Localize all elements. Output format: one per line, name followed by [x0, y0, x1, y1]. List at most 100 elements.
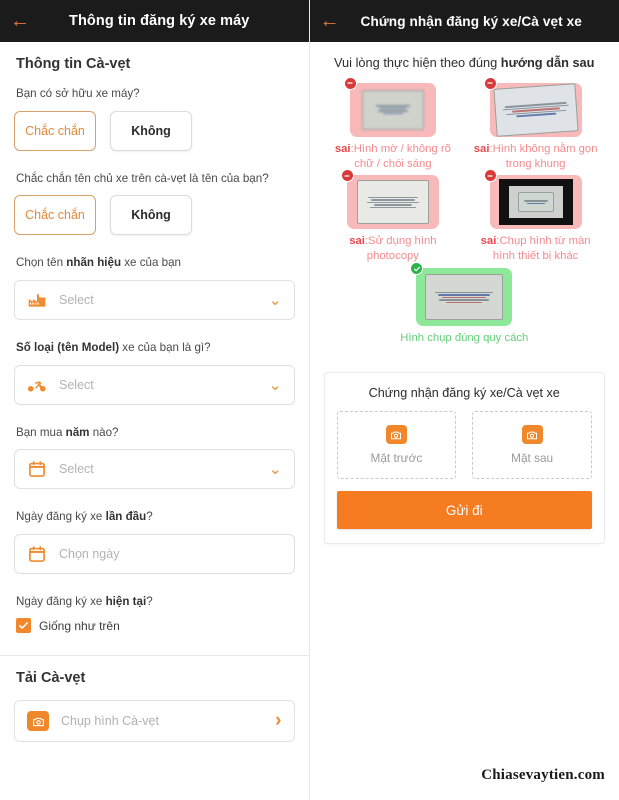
- sample-screen-photo-thumb-wrap: [483, 169, 582, 230]
- option-owner-yes[interactable]: Chắc chắn: [14, 195, 96, 236]
- guide-prefix: Vui lòng thực hiện theo đúng: [334, 55, 501, 70]
- sample-card-image: [517, 192, 554, 213]
- question-owner-name-label: Chắc chắn tên chủ xe trên cà-vẹt là tên …: [16, 171, 269, 185]
- section-title-cavet: Thông tin Cà-vẹt: [16, 56, 131, 72]
- sample-blurry-caption: sai:Hình mờ / không rõ chữ / chói sáng: [327, 142, 459, 172]
- sample-row-1: sai :Hình mờ / không rõ chữ / chói sáng s…: [322, 76, 608, 176]
- dropzone-row: Mặt trước Mặt sau: [336, 411, 592, 480]
- dropzone-front-label: Mặt trước: [370, 451, 423, 466]
- sample-screen-photo: sai:Chụp hình từ màn hình thiết bị khác: [470, 169, 602, 264]
- right-appbar: ← Chứng nhận đăng ký xe/Cà vẹt xe: [309, 0, 619, 42]
- chevron-down-icon[interactable]: ⌄: [269, 376, 282, 394]
- motorcycle-icon: [27, 375, 47, 395]
- watermark: Chiasevaytien.com: [481, 767, 605, 783]
- field-brand-label: Chọn tên nhãn hiệu xe của bạn: [16, 255, 295, 271]
- field-model-value: Select: [59, 377, 94, 392]
- arrow-left-icon[interactable]: ←: [10, 11, 30, 31]
- field-year-label-suffix: nào?: [89, 425, 119, 439]
- field-brand-value: Select: [59, 292, 94, 307]
- check-icon[interactable]: [16, 618, 31, 634]
- current-reg-label-bold: hiện tại: [105, 594, 147, 608]
- upload-card-title: Chứng nhận đăng ký xe/Cà vẹt xe: [368, 386, 560, 401]
- sample-out-of-frame-caption: sai:Hình không nằm gọn trong khung: [470, 142, 602, 172]
- field-year-label: Bạn mua năm nào?: [16, 425, 295, 441]
- field-model-select[interactable]: Select ⌄: [14, 364, 295, 405]
- camera-icon: [385, 425, 407, 445]
- field-brand-select[interactable]: Select ⌄: [14, 279, 295, 320]
- sample-screen-photo-caption: sai:Chụp hình từ màn hình thiết bị khác: [470, 234, 602, 264]
- current-reg-label-suffix: ?: [146, 594, 153, 608]
- calendar-icon: [27, 544, 47, 564]
- dropzone-front[interactable]: Mặt trước: [336, 411, 457, 480]
- sample-card-image: [361, 89, 424, 130]
- dropzone-back[interactable]: Mặt sau: [472, 411, 592, 480]
- sample-gallery: sai :Hình mờ / không rõ chữ / chói sáng s…: [310, 76, 619, 351]
- option-own-no[interactable]: Không: [110, 110, 192, 151]
- option-owner-no[interactable]: Không: [110, 195, 192, 236]
- sample-correct-thumb-wrap: [410, 262, 513, 327]
- sample-blurry-thumb: [349, 82, 436, 137]
- question-own-motorbike-label: Bạn có sở hữu xe máy?: [16, 87, 140, 100]
- sample-blurry-thumb-wrap: [343, 76, 436, 137]
- right-appbar-title: Chứng nhận đăng ký xe/Cà vẹt xe: [360, 13, 582, 29]
- right-screen: ← Chứng nhận đăng ký xe/Cà vẹt xe Vui lò…: [309, 0, 619, 800]
- option-own-yes[interactable]: Chắc chắn: [14, 110, 96, 151]
- capture-cavet-row[interactable]: Chụp hình Cà-vẹt ›: [14, 700, 295, 743]
- factory-icon: [27, 290, 47, 310]
- upload-section-title: Tải Cà-vẹt: [16, 670, 86, 687]
- sample-card-image: [493, 82, 579, 137]
- field-first-reg-label-bold: lần đầu: [105, 510, 147, 524]
- field-brand-label-prefix: Chọn tên: [16, 256, 67, 270]
- guide-instruction: Vui lòng thực hiện theo đúng hướng dẫn s…: [318, 55, 612, 72]
- sample-blurry-text: :Hình mờ / không rõ chữ / chói sáng: [350, 142, 451, 170]
- field-year-label-prefix: Bạn mua: [16, 425, 66, 439]
- field-year-value: Select: [59, 462, 94, 477]
- field-first-reg-label-prefix: Ngày đăng ký xe: [16, 510, 106, 524]
- chevron-right-icon[interactable]: ›: [275, 710, 281, 732]
- field-first-reg-label-suffix: ?: [146, 510, 153, 524]
- upload-card: Chứng nhận đăng ký xe/Cà vẹt xe Mặt trướ…: [323, 372, 605, 545]
- field-year-select[interactable]: Select ⌄: [14, 449, 295, 490]
- sample-out-of-frame-thumb-wrap: [483, 76, 582, 137]
- sample-row-3: Hình chụp đúng quy cách: [322, 262, 608, 350]
- registration-form: Thông tin Cà-vẹt Bạn có sở hữu xe máy? C…: [0, 56, 309, 743]
- error-circle-icon: [343, 76, 357, 90]
- sample-card-image: [425, 274, 504, 321]
- sample-screen-photo-text: :Chụp hình từ màn hình thiết bị khác: [492, 235, 591, 263]
- sample-row-2: sai:Sử dụng hình photocopy sai:Chụp hình…: [322, 169, 608, 268]
- sample-tag-sai: sai: [473, 142, 490, 155]
- sample-out-of-frame: sai:Hình không nằm gọn trong khung: [470, 76, 602, 172]
- arrow-left-icon[interactable]: ←: [320, 11, 340, 31]
- section-divider: [0, 655, 309, 657]
- sample-correct-thumb: [416, 268, 513, 327]
- sample-tag-sai: sai: [480, 235, 497, 248]
- field-brand-label-suffix: xe của bạn: [121, 256, 181, 270]
- sample-tag-sai: sai: [349, 235, 365, 248]
- field-model-label-suffix: xe của bạn là gì?: [119, 340, 211, 354]
- field-model-label-bold: Số loại (tên Model): [16, 340, 120, 354]
- submit-button[interactable]: Gửi đi: [336, 491, 592, 530]
- chevron-down-icon[interactable]: ⌄: [269, 291, 282, 309]
- field-first-reg-date[interactable]: Chọn ngày: [14, 533, 295, 574]
- sample-photocopy-thumb: [346, 175, 439, 230]
- chevron-down-icon[interactable]: ⌄: [269, 460, 282, 478]
- dropzone-back-label: Mặt sau: [511, 451, 554, 466]
- sample-photocopy-thumb-wrap: [340, 169, 439, 230]
- sample-blurry: sai:Hình mờ / không rõ chữ / chói sáng: [327, 76, 459, 172]
- field-first-reg-value: Chọn ngày: [59, 546, 120, 561]
- sample-card-image: [356, 180, 429, 225]
- sample-out-of-frame-thumb: [489, 82, 582, 137]
- same-as-above-checkbox-row[interactable]: Giống như trên: [16, 618, 295, 634]
- current-reg-label-prefix: Ngày đăng ký xe: [16, 594, 106, 608]
- same-as-above-label: Giống như trên: [39, 618, 120, 633]
- sample-photocopy: sai:Sử dụng hình photocopy: [327, 169, 459, 264]
- current-reg-label: Ngày đăng ký xe hiện tại?: [16, 594, 295, 610]
- camera-icon: [27, 711, 49, 732]
- sample-photocopy-caption: sai:Sử dụng hình photocopy: [327, 234, 459, 264]
- sample-device-frame: [498, 179, 573, 226]
- sample-out-of-frame-text: :Hình không nằm gọn trong khung: [489, 142, 598, 170]
- sample-device-screen: [508, 186, 563, 219]
- left-appbar: ← Thông tin đăng ký xe máy: [0, 0, 309, 42]
- sample-photocopy-text: :Sử dụng hình photocopy: [364, 235, 437, 263]
- dual-screen-container: ← Thông tin đăng ký xe máy Thông tin Cà-…: [0, 0, 619, 800]
